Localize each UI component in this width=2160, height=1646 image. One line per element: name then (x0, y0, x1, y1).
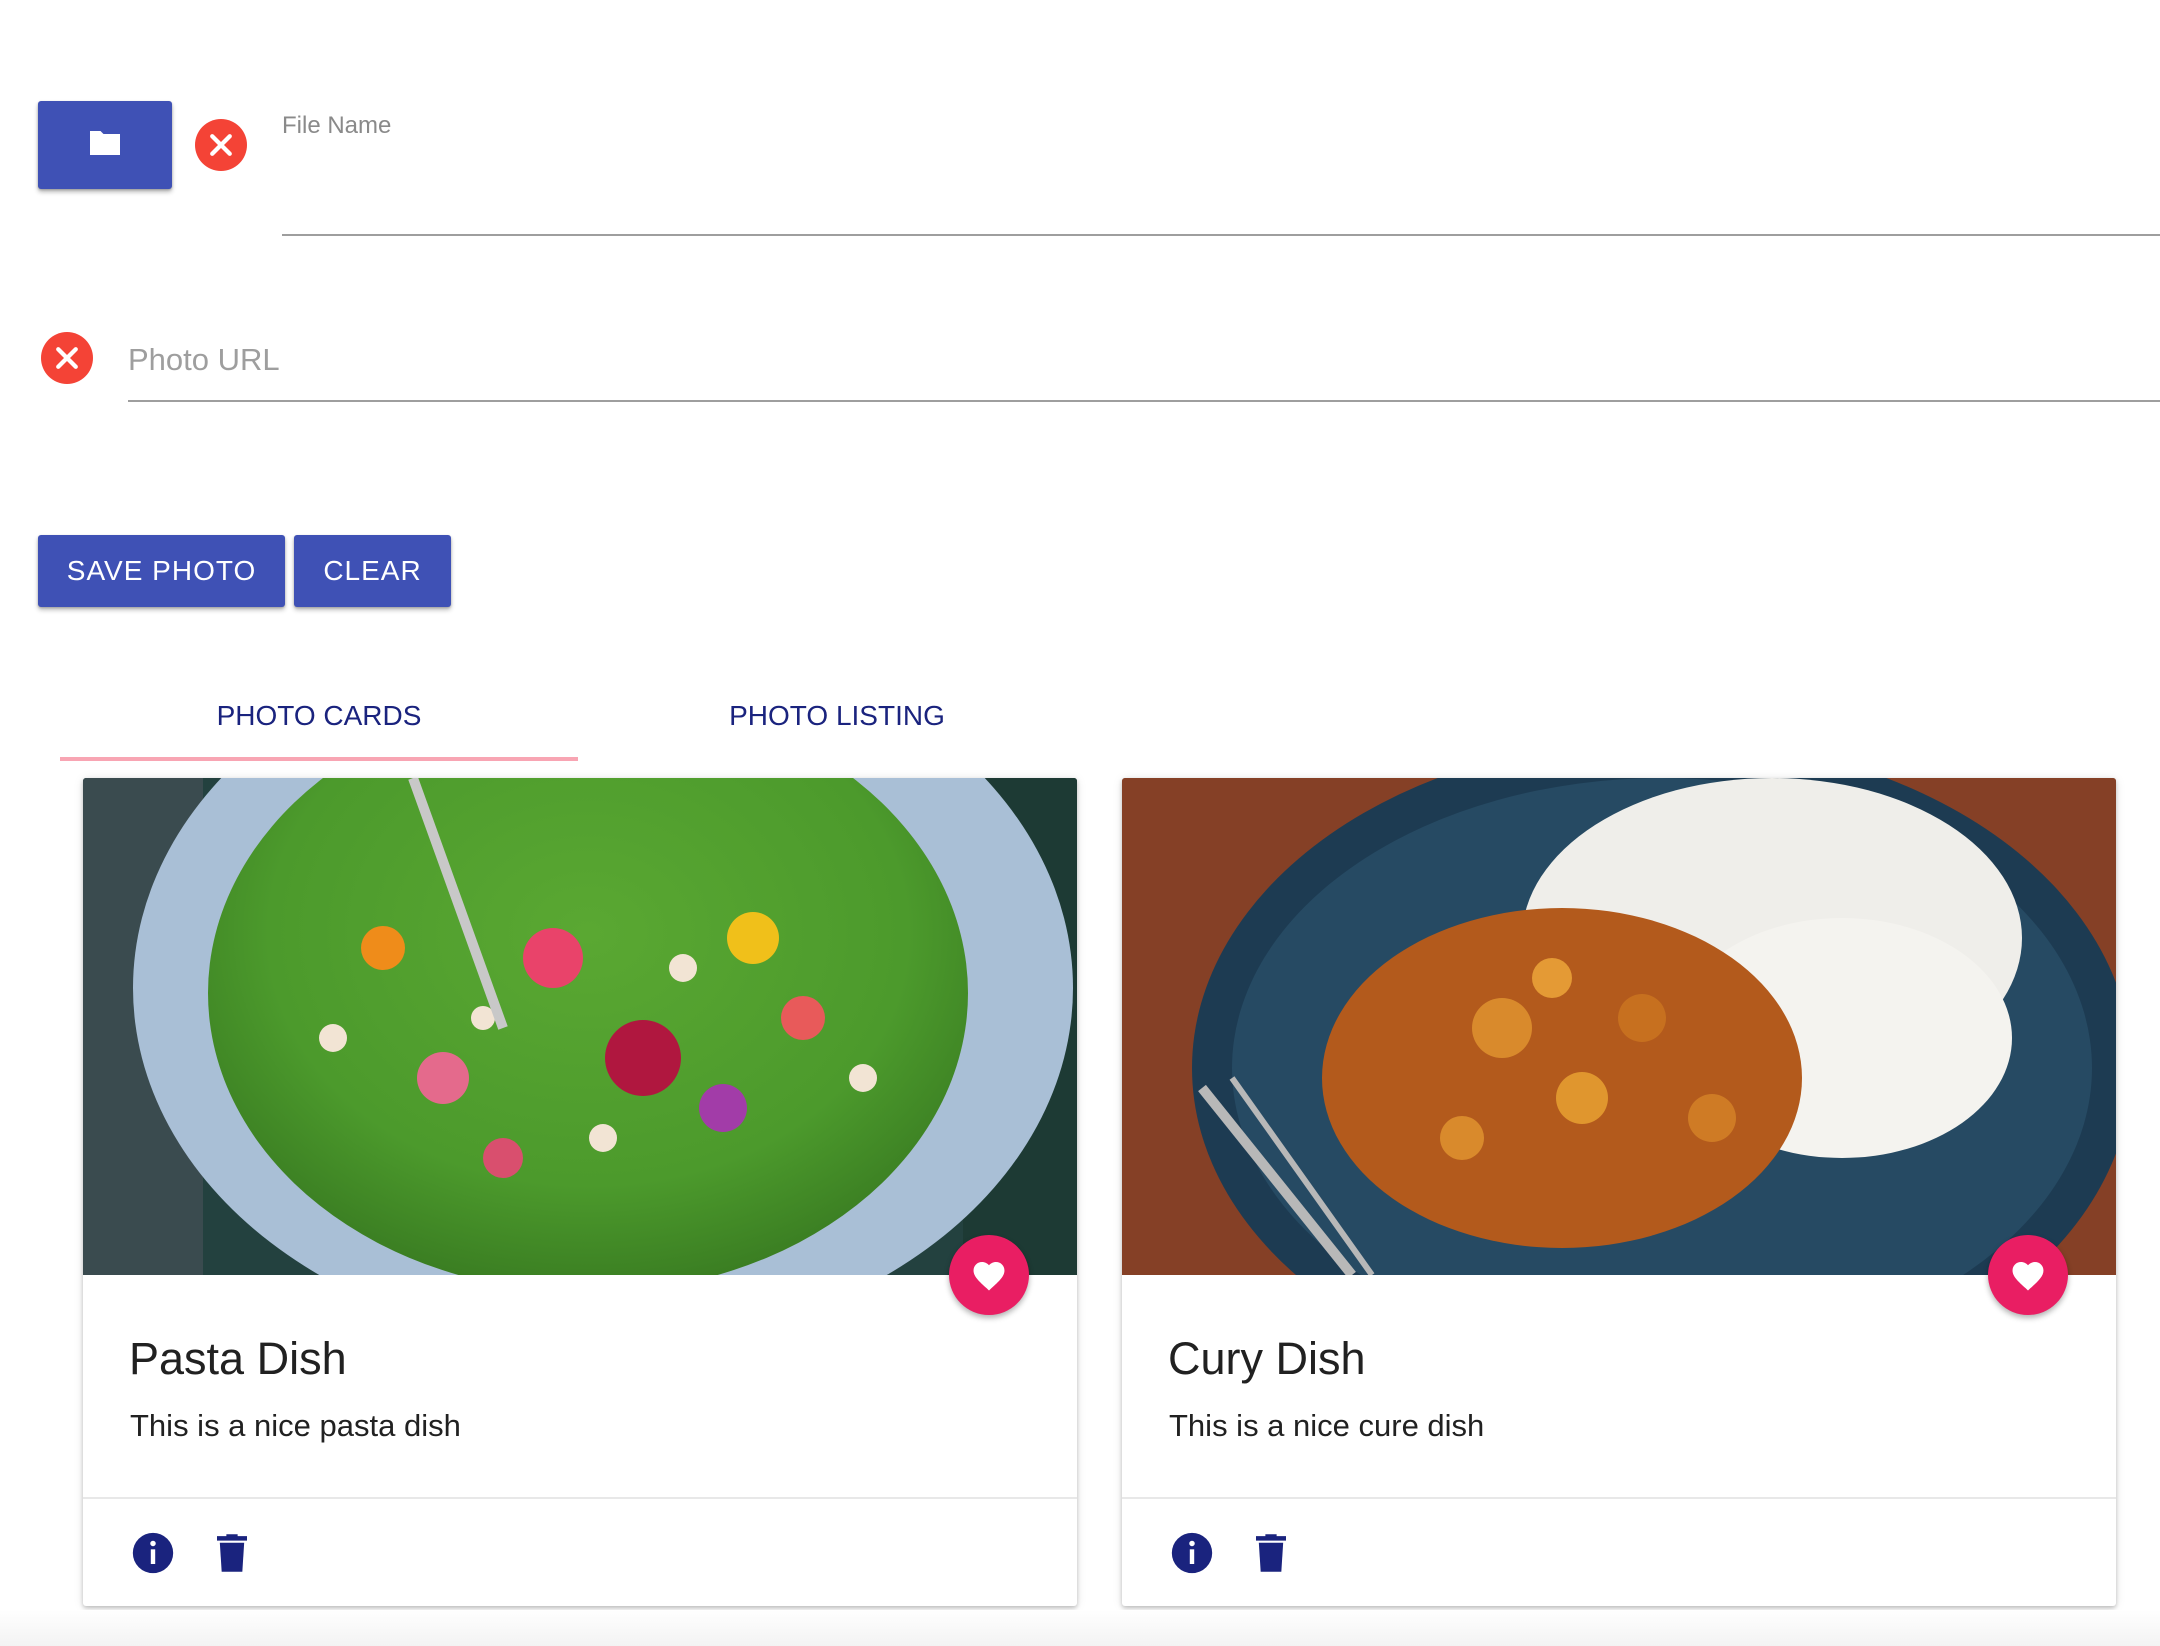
pasta-dish-image (83, 778, 1077, 1275)
folder-upload-button[interactable] (38, 101, 172, 189)
photo-url-input[interactable]: Photo URL (128, 330, 2160, 400)
save-photo-button[interactable]: SAVE PHOTO (38, 535, 285, 607)
tab-photo-cards[interactable]: PHOTO CARDS (60, 680, 578, 752)
photo-url-placeholder: Photo URL (128, 342, 280, 377)
card-title: Cury Dish (1168, 1333, 1366, 1384)
clear-file-button[interactable] (195, 119, 247, 171)
file-name-underline (282, 234, 2160, 236)
clear-button[interactable]: CLEAR (294, 535, 451, 607)
heart-icon (973, 1262, 1005, 1291)
favorite-button[interactable] (1988, 1235, 2068, 1315)
tab-photo-listing[interactable]: PHOTO LISTING (578, 680, 1096, 752)
clear-url-button[interactable] (41, 332, 93, 384)
card-description: This is a nice pasta dish (130, 1408, 461, 1443)
page-bottom-edge (0, 1610, 2160, 1646)
photo-card: Pasta Dish This is a nice pasta dish (83, 778, 1077, 1606)
tab-indicator (60, 757, 578, 761)
delete-button[interactable] (1249, 1531, 1293, 1575)
folder-icon (87, 128, 123, 163)
info-icon (132, 1532, 174, 1574)
cury-dish-image (1122, 778, 2116, 1275)
card-description: This is a nice cure dish (1169, 1408, 1485, 1443)
card-divider (83, 1497, 1077, 1499)
cancel-icon (56, 347, 78, 369)
file-name-field[interactable] (282, 150, 2160, 230)
favorite-button[interactable] (949, 1235, 1029, 1315)
photo-card: Cury Dish This is a nice cure dish (1122, 778, 2116, 1606)
file-name-label: File Name (282, 112, 392, 139)
trash-icon (217, 1534, 247, 1572)
card-title: Pasta Dish (129, 1333, 347, 1384)
photo-url-underline (128, 400, 2160, 402)
cancel-icon (210, 134, 232, 156)
card-divider (1122, 1497, 2116, 1499)
delete-button[interactable] (210, 1531, 254, 1575)
info-icon (1171, 1532, 1213, 1574)
info-button[interactable] (131, 1531, 175, 1575)
info-button[interactable] (1170, 1531, 1214, 1575)
trash-icon (1256, 1534, 1286, 1572)
heart-icon (2012, 1262, 2044, 1291)
